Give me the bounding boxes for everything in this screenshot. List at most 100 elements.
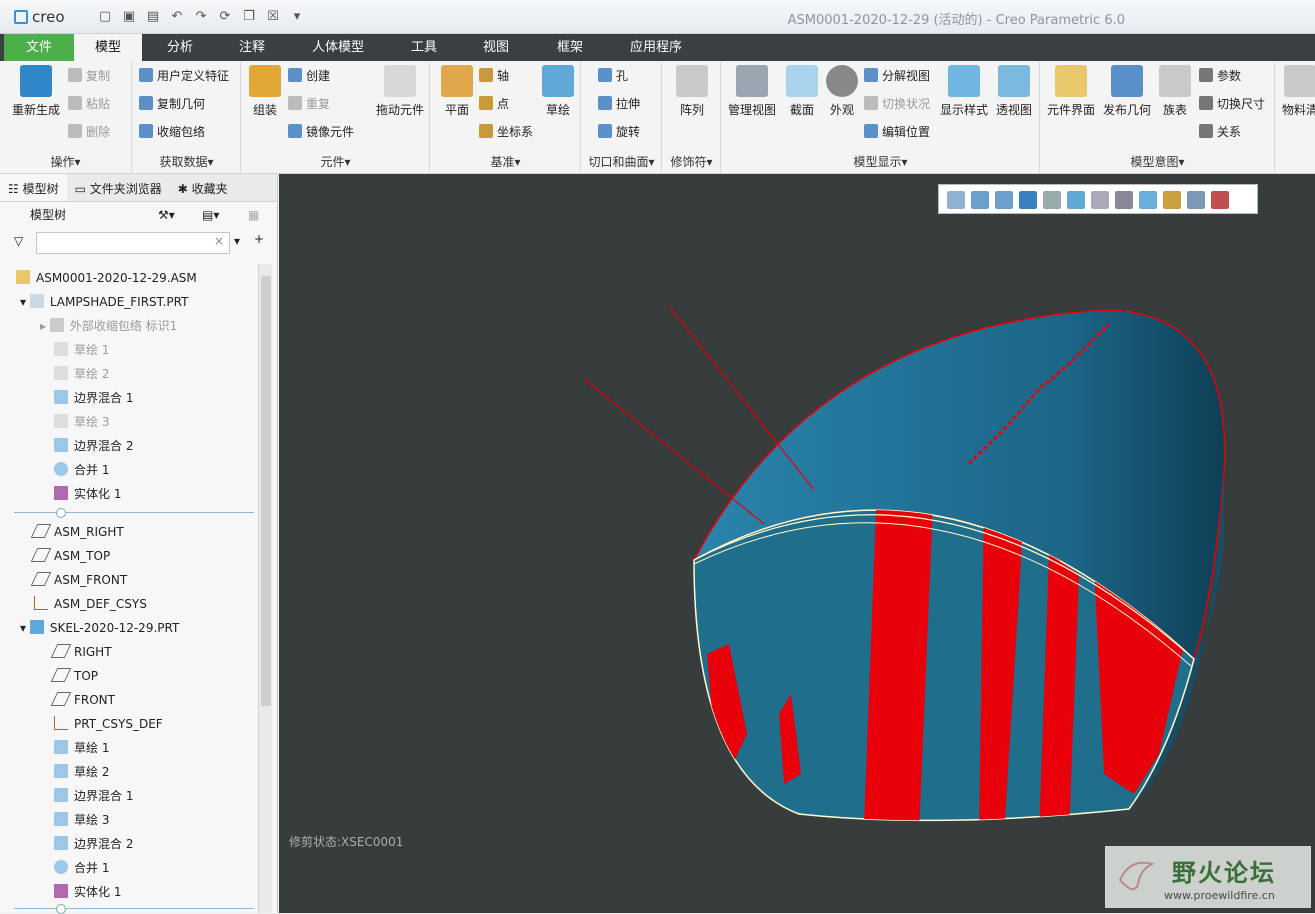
graphics-viewport[interactable]: 修剪状态:XSEC0001 野火论坛 www.proewildfire.cn [279,174,1315,913]
tree-node-merge1[interactable]: 合并 1 [54,459,109,481]
bom-button[interactable]: 物料清 [1280,65,1315,118]
insert-indicator-2[interactable] [14,904,254,914]
tree-filter-icon[interactable]: ▦ [248,202,259,228]
parameters-button[interactable]: 参数 [1199,67,1241,84]
customize-icon[interactable]: ▾ [288,8,306,26]
tree-node-skel-merge1[interactable]: 合并 1 [54,857,109,879]
axis-button[interactable]: 轴 [479,67,509,84]
tab-model[interactable]: 模型 [74,34,142,61]
spin-center-icon[interactable] [1211,191,1229,209]
group-label-get-data[interactable]: 获取数据▾ [133,153,240,170]
regenerate-icon[interactable]: ⟳ [216,8,234,26]
tree-node-sketch1[interactable]: 草绘 1 [54,339,109,361]
edit-position-button[interactable]: 编辑位置 [864,123,930,140]
tree-node-front[interactable]: FRONT [50,689,115,711]
tree-node-skel-sketch3[interactable]: 草绘 3 [54,809,109,831]
tree-node-skel-sketch2[interactable]: 草绘 2 [54,761,109,783]
shrinkwrap-button[interactable]: 收缩包络 [139,123,205,140]
insert-indicator[interactable] [14,508,254,518]
section-view-icon[interactable] [1139,191,1157,209]
tab-folder-browser[interactable]: ▭ 文件夹浏览器 [67,174,170,201]
repeat-button[interactable]: 重复 [288,95,330,112]
display-style-icon[interactable] [1043,191,1061,209]
drag-component-button[interactable]: 拖动元件 [372,65,428,118]
appearance-button[interactable]: 外观 [824,65,860,118]
tree-show-icon[interactable]: ▤▾ [202,202,219,228]
group-label-component[interactable]: 元件▾ [242,153,429,170]
tab-model-tree[interactable]: ☷ 模型树 [0,174,67,201]
pattern-button[interactable]: 阵列 [673,65,711,118]
tree-node-right[interactable]: RIGHT [50,641,112,663]
perspective-button[interactable]: 透视图 [992,65,1036,118]
tree-node-sketch3[interactable]: 草绘 3 [54,411,109,433]
scrollbar-thumb[interactable] [261,276,271,706]
section-button[interactable]: 截面 [782,65,822,118]
tree-node-asm-right[interactable]: ASM_RIGHT [30,521,124,543]
assemble-button[interactable]: 组装 [246,65,284,118]
tree-scrollbar[interactable] [258,264,272,913]
expand-icon[interactable]: ▾ [20,295,30,309]
tree-node-top[interactable]: TOP [50,665,98,687]
tab-annotate[interactable]: 注释 [222,34,282,61]
tree-settings-icon[interactable]: ⚒▾ [158,202,175,228]
tree-node-asm-def-csys[interactable]: ASM_DEF_CSYS [34,593,147,615]
tab-framework[interactable]: 框架 [544,34,596,61]
display-style-button[interactable]: 显示样式 [938,65,990,118]
tab-applications[interactable]: 应用程序 [620,34,692,61]
tree-node-asm[interactable]: ASM0001-2020-12-29.ASM [16,267,197,289]
datum-display-icon[interactable] [1163,191,1181,209]
create-button[interactable]: 创建 [288,67,330,84]
filter-dropdown-icon[interactable]: ▾ [234,234,240,248]
tree-node-boundary2[interactable]: 边界混合 2 [54,435,133,457]
tree-node-lampshade[interactable]: ▾ LAMPSHADE_FIRST.PRT [20,291,188,313]
clear-icon[interactable]: × [214,234,224,248]
mirror-component-button[interactable]: 镜像元件 [288,123,354,140]
annotation-display-icon[interactable] [1187,191,1205,209]
revolve-button[interactable]: 旋转 [598,123,640,140]
saved-orientations-icon[interactable] [1067,191,1085,209]
toggle-status-button[interactable]: 切换状况 [864,95,930,112]
tree-node-skel-boundary2[interactable]: 边界混合 2 [54,833,133,855]
csys-button[interactable]: 坐标系 [479,123,533,140]
refit-icon[interactable] [947,191,965,209]
tree-node-asm-top[interactable]: ASM_TOP [30,545,110,567]
relations-button[interactable]: 关系 [1199,123,1241,140]
group-label-modifier[interactable]: 修饰符▾ [663,153,720,170]
open-icon[interactable]: ▣ [120,8,138,26]
regenerate-button[interactable]: 重新生成 [8,65,64,118]
collapse-icon[interactable]: ▸ [40,319,50,333]
family-table-button[interactable]: 族表 [1157,65,1193,118]
component-interface-button[interactable]: 元件界面 [1045,65,1097,118]
sketch-button[interactable]: 草绘 [539,65,577,118]
undo-icon[interactable]: ↶ [168,8,186,26]
tree-node-skel[interactable]: ▾ SKEL-2020-12-29.PRT [20,617,179,639]
group-label-cut-surface[interactable]: 切口和曲面▾ [582,153,661,170]
group-label-datum[interactable]: 基准▾ [431,153,580,170]
windows-icon[interactable]: ❐ [240,8,258,26]
tab-file[interactable]: 文件 [4,34,74,61]
tab-analysis[interactable]: 分析 [150,34,210,61]
copy-button[interactable]: 复制 [68,67,110,84]
switch-dimensions-button[interactable]: 切换尺寸 [1199,95,1265,112]
paste-button[interactable]: 粘贴 [68,95,110,112]
point-button[interactable]: 点 [479,95,509,112]
delete-button[interactable]: 删除 [68,123,110,140]
tree-node-skel-solidify1[interactable]: 实体化 1 [54,881,121,903]
add-filter-icon[interactable]: + [254,232,264,246]
tree-node-sketch2[interactable]: 草绘 2 [54,363,109,385]
publish-geometry-button[interactable]: 发布几何 [1101,65,1153,118]
extrude-button[interactable]: 拉伸 [598,95,640,112]
plane-button[interactable]: 平面 [437,65,477,118]
tree-node-asm-front[interactable]: ASM_FRONT [30,569,127,591]
redo-icon[interactable]: ↷ [192,8,210,26]
tree-node-prt-csys-def[interactable]: PRT_CSYS_DEF [54,713,163,735]
group-label-model-display[interactable]: 模型显示▾ [722,153,1039,170]
group-label-model-intent[interactable]: 模型意图▾ [1041,153,1274,170]
copy-geometry-button[interactable]: 复制几何 [139,95,205,112]
tree-node-skel-boundary1[interactable]: 边界混合 1 [54,785,133,807]
save-icon[interactable]: ▤ [144,8,162,26]
expand-icon[interactable]: ▾ [20,621,30,635]
new-icon[interactable]: ▢ [96,8,114,26]
model-canvas[interactable] [279,174,1315,913]
tree-node-boundary1[interactable]: 边界混合 1 [54,387,133,409]
